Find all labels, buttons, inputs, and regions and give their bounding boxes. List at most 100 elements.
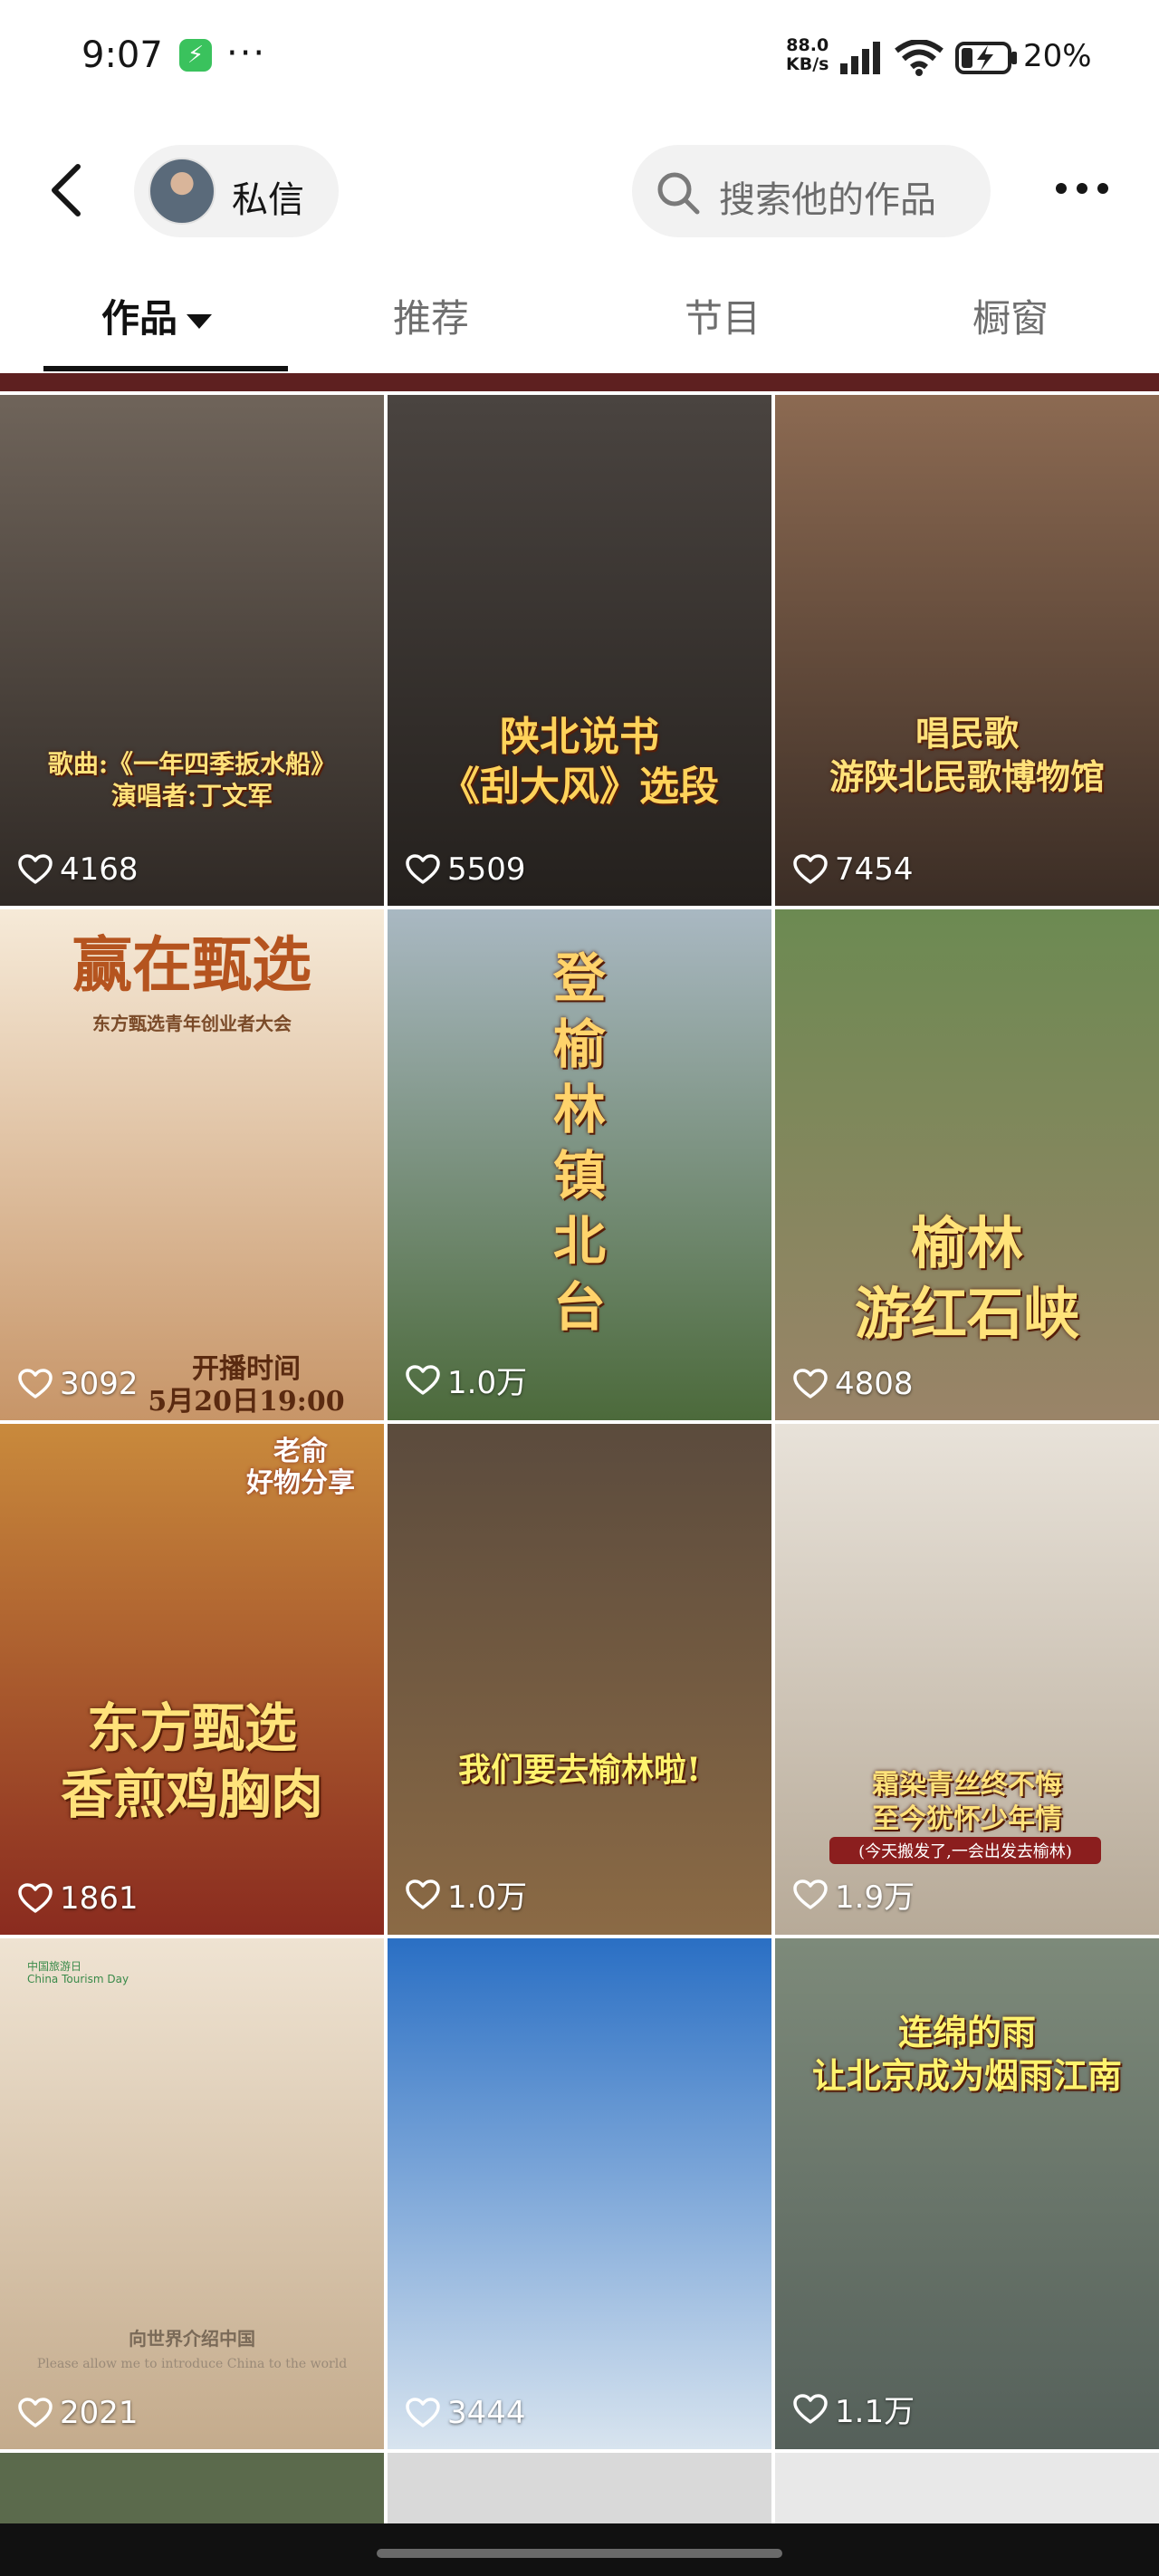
- caret-down-icon: [187, 313, 213, 329]
- heart-outline-icon: [793, 854, 828, 884]
- active-tab-indicator: [43, 366, 288, 371]
- network-speed-value: 88.0: [786, 35, 829, 55]
- video-tile[interactable]: 赢在甄选 东方甄选青年创业者大会 开播时间 5月20日19:00 3092: [0, 909, 384, 1420]
- network-speed: 88.0 KB/s: [786, 36, 829, 74]
- more-dot-icon: [1097, 183, 1108, 194]
- wifi-icon: [895, 40, 943, 76]
- like-count: 1.9万: [793, 1872, 915, 1917]
- video-caption: (今天搬发了,一会出发去榆林): [829, 1837, 1101, 1864]
- tab-label: 橱窗: [972, 296, 1049, 341]
- video-tile[interactable]: 登榆林镇北台 1.0万: [388, 909, 771, 1420]
- video-tile[interactable]: 歌曲:《一年四季扳水船》 演唱者:丁文军 4168: [0, 395, 384, 906]
- china-tourism-day-logo: 中国旅游日 China Tourism Day: [27, 1960, 129, 1986]
- tab-bar: 作品 推荐 节目 橱窗: [0, 272, 1159, 371]
- like-count: 7454: [793, 851, 914, 888]
- like-count: 4168: [18, 851, 139, 888]
- video-tile[interactable]: 连绵的雨 让北京成为烟雨江南 1.1万: [775, 1938, 1159, 2449]
- heart-outline-icon: [793, 2393, 828, 2424]
- video-overlay-title: 登榆林镇北台: [552, 947, 606, 1338]
- tab-works[interactable]: 作品: [101, 288, 213, 343]
- heart-outline-icon: [406, 2398, 440, 2427]
- like-count-value: 1.1万: [835, 2394, 915, 2430]
- network-speed-unit: KB/s: [786, 54, 829, 74]
- video-tile-partial[interactable]: [388, 2453, 771, 2523]
- message-button[interactable]: 私信: [134, 145, 339, 237]
- video-overlay-title: 东方甄选 香煎鸡胸肉: [60, 1697, 323, 1825]
- video-tile[interactable]: 我们要去榆林啦! 1.0万: [388, 1424, 771, 1935]
- like-count: 3092: [18, 1366, 139, 1402]
- search-icon: [657, 172, 700, 215]
- video-overlay-title: 陕北说书 《刮大风》选段: [440, 714, 719, 810]
- like-count: 4808: [793, 1366, 914, 1402]
- heart-outline-icon: [406, 854, 440, 884]
- status-time: 9:07: [81, 34, 163, 76]
- video-overlay-title: 霜染青丝终不悔 至今犹怀少年情: [872, 1769, 1062, 1835]
- video-tile[interactable]: 陕北说书 《刮大风》选段 5509: [388, 395, 771, 906]
- video-tile[interactable]: 唱民歌 游陕北民歌博物馆 7454: [775, 395, 1159, 906]
- tab-label: 作品: [101, 296, 178, 341]
- video-overlay-title: 榆林 游红石峡: [854, 1210, 1079, 1347]
- video-tile[interactable]: 霜染青丝终不悔 至今犹怀少年情 (今天搬发了,一会出发去榆林) 1.9万: [775, 1424, 1159, 1935]
- video-overlay-title: 唱民歌 游陕北民歌博物馆: [829, 713, 1105, 797]
- like-count-value: 4168: [60, 851, 139, 888]
- avatar: [148, 158, 216, 225]
- tab-programs[interactable]: 节目: [685, 288, 761, 343]
- home-indicator[interactable]: [377, 2549, 782, 2558]
- lightning-icon: ⚡: [179, 39, 212, 72]
- battery-percent: 20%: [1023, 38, 1092, 74]
- profile-header: 私信 搜索他的作品: [0, 136, 1159, 245]
- video-grid: 歌曲:《一年四季扳水船》 演唱者:丁文军 4168 陕北说书 《刮大风》选段 5509…: [0, 373, 1159, 2523]
- like-count-value: 1.9万: [835, 1879, 915, 1916]
- video-caption: Please allow me to introduce China to th…: [36, 2357, 348, 2371]
- chevron-left-icon: [52, 164, 81, 216]
- previous-row-edge: [0, 373, 1159, 391]
- like-count-value: 4808: [835, 1366, 914, 1402]
- heart-outline-icon: [793, 1879, 828, 1909]
- heart-outline-icon: [406, 1879, 440, 1909]
- like-count-value: 7454: [835, 851, 914, 888]
- tab-showcase[interactable]: 橱窗: [972, 288, 1049, 343]
- like-count: 3444: [406, 2395, 526, 2431]
- video-tile[interactable]: 东方甄选 香煎鸡胸肉 老俞 好物分享 1861: [0, 1424, 384, 1935]
- video-tile-partial[interactable]: [775, 2453, 1159, 2523]
- like-count-value: 1.0万: [447, 1879, 528, 1916]
- like-count-value: 1.0万: [447, 1365, 528, 1401]
- signal-icon: [840, 42, 880, 74]
- like-count: 5509: [406, 851, 526, 888]
- video-overlay-title: 我们要去榆林啦!: [458, 1751, 701, 1789]
- status-bar: 9:07 ⚡ ··· 88.0 KB/s 20%: [0, 0, 1159, 118]
- like-count-value: 5509: [447, 851, 526, 888]
- back-button[interactable]: [36, 154, 100, 226]
- heart-outline-icon: [793, 1369, 828, 1399]
- more-dot-icon: [1056, 183, 1067, 194]
- video-overlay-title: 赢在甄选: [72, 929, 311, 1000]
- tab-recommend[interactable]: 推荐: [393, 288, 469, 343]
- like-count: 1861: [18, 1880, 139, 1917]
- tab-label: 推荐: [393, 296, 470, 341]
- heart-outline-icon: [18, 854, 53, 884]
- video-tile[interactable]: 向世界介绍中国 Please allow me to introduce Chin…: [0, 1938, 384, 2449]
- battery-charging-icon: [955, 42, 1017, 74]
- heart-outline-icon: [18, 1883, 53, 1913]
- video-tile[interactable]: 榆林 游红石峡 4808: [775, 909, 1159, 1420]
- more-dot-icon: [1077, 183, 1087, 194]
- video-overlay-title: 向世界介绍中国: [129, 2328, 255, 2350]
- like-count-value: 3092: [60, 1366, 139, 1402]
- search-input[interactable]: 搜索他的作品: [632, 145, 991, 237]
- video-overlay-title: 歌曲:《一年四季扳水船》 演唱者:丁文军: [47, 749, 337, 811]
- like-count: 1.0万: [406, 1872, 527, 1917]
- search-placeholder: 搜索他的作品: [719, 179, 936, 221]
- more-notifications-icon: ···: [226, 33, 267, 74]
- like-count-value: 1861: [60, 1880, 139, 1917]
- heart-outline-icon: [406, 1364, 440, 1395]
- more-options-button[interactable]: [1050, 161, 1114, 216]
- message-button-label: 私信: [232, 179, 304, 221]
- video-subtitle: 东方甄选青年创业者大会: [92, 1013, 292, 1034]
- heart-outline-icon: [18, 1369, 53, 1399]
- like-count-value: 2021: [60, 2395, 139, 2431]
- like-count: 1.1万: [793, 2387, 915, 2431]
- like-count-value: 3444: [447, 2395, 526, 2431]
- video-tile-partial[interactable]: [0, 2453, 384, 2523]
- video-tile[interactable]: 3444: [388, 1938, 771, 2449]
- video-badge: 老俞 好物分享: [246, 1436, 355, 1499]
